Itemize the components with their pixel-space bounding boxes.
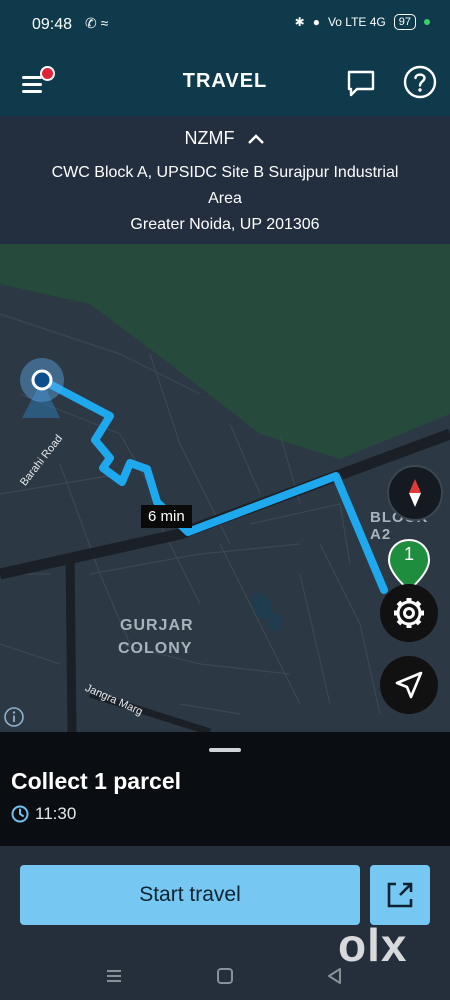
battery-icon: 97 — [393, 14, 416, 30]
home-icon[interactable] — [215, 966, 235, 986]
chevron-up-icon — [247, 134, 264, 145]
compass-icon — [409, 479, 421, 507]
clock-icon — [11, 805, 29, 823]
task-title: Collect 1 parcel — [11, 768, 182, 794]
navigation-arrow-icon — [395, 671, 423, 699]
map-info-button[interactable] — [3, 706, 25, 728]
action-bar: Start travel olx — [0, 846, 450, 1000]
status-indicators: ✱ ● Vo LTE 4G 97 — [295, 14, 430, 30]
gear-icon — [394, 598, 424, 628]
bluetooth-icon: ✱ — [294, 15, 305, 29]
area-label-1: GURJAR — [120, 617, 194, 634]
location-icon: ● — [312, 15, 320, 29]
eta-label: 6 min — [141, 505, 192, 528]
system-nav-bar — [0, 950, 450, 1000]
chat-button[interactable] — [344, 66, 378, 100]
privacy-dot-icon — [424, 19, 430, 25]
status-bar: 09:48 ✆ ≈ ✱ ● Vo LTE 4G 97 — [0, 0, 450, 50]
help-button[interactable] — [402, 64, 438, 100]
info-icon — [4, 707, 24, 727]
current-location-dot — [31, 369, 53, 391]
task-panel[interactable]: Collect 1 parcel 11:30 — [0, 732, 450, 846]
help-circle-icon — [403, 65, 437, 99]
app-bar: TRAVEL — [0, 50, 450, 116]
start-travel-button[interactable]: Start travel — [20, 865, 360, 925]
stop-number: 1 — [403, 544, 414, 564]
location-code: NZMF — [184, 128, 235, 148]
open-external-button[interactable] — [370, 865, 430, 925]
map-view[interactable]: 6 min GURJAR COLONY BLOCK A2 Barahi Road… — [0, 244, 450, 732]
address-panel[interactable]: NZMF CWC Block A, UPSIDC Site B Surajpur… — [0, 116, 450, 244]
drag-handle[interactable] — [209, 748, 241, 752]
task-time: 11:30 — [35, 804, 77, 823]
compass-button[interactable] — [387, 465, 443, 521]
address-line-2: Area — [208, 190, 242, 207]
back-icon[interactable] — [325, 966, 345, 986]
phone-wifi-icons: ✆ ≈ — [85, 15, 109, 31]
recenter-button[interactable] — [380, 656, 438, 714]
park-area — [0, 244, 450, 459]
chat-bubble-icon — [347, 70, 375, 97]
recents-icon[interactable] — [104, 966, 124, 986]
map-settings-button[interactable] — [380, 584, 438, 642]
status-time: 09:48 — [32, 16, 73, 33]
address-line-1: CWC Block A, UPSIDC Site B Surajpur Indu… — [51, 164, 399, 181]
address-header[interactable]: NZMF — [0, 128, 450, 149]
network-label: Vo LTE 4G — [327, 15, 386, 29]
battery-level: 97 — [398, 16, 411, 28]
open-external-icon — [387, 882, 413, 908]
address-line-3: Greater Noida, UP 201306 — [130, 216, 320, 233]
task-time-row: 11:30 — [11, 804, 76, 824]
area-label-2: COLONY — [118, 640, 193, 657]
page-title: TRAVEL — [182, 70, 268, 92]
